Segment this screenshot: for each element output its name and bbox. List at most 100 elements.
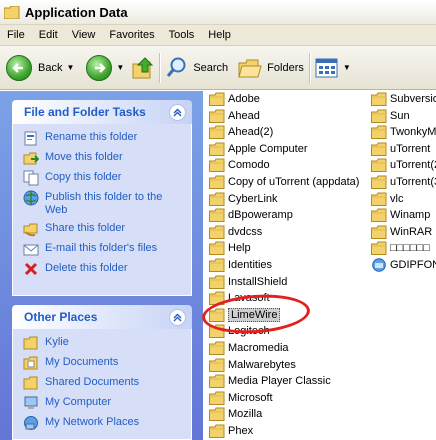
task-copy-folder[interactable]: Copy this folder: [23, 170, 185, 186]
folder-item[interactable]: Media Player Classic: [209, 373, 331, 389]
task-delete-folder[interactable]: Delete this folder: [23, 261, 185, 277]
folder-label: Ahead: [228, 109, 260, 122]
folder-icon: [209, 125, 225, 140]
task-rename-folder[interactable]: Rename this folder: [23, 130, 185, 146]
folder-label: Macromedia: [228, 342, 289, 354]
folder-item[interactable]: Ahead(2): [209, 124, 273, 140]
folder-icon: [209, 341, 225, 355]
task-share-folder[interactable]: Share this folder: [23, 221, 185, 237]
folder-item[interactable]: WinRAR: [371, 224, 432, 240]
panel-title: File and Folder Tasks: [24, 105, 146, 119]
folder-label: Copy of uTorrent (appdata): [228, 176, 360, 188]
font-file-icon: [372, 258, 386, 272]
place-shared-documents[interactable]: Shared Documents: [23, 375, 185, 391]
menu-help[interactable]: Help: [201, 29, 238, 41]
folder-item[interactable]: dvdcss: [209, 224, 262, 240]
folder-label: Help: [228, 242, 251, 255]
folder-item[interactable]: Ahead: [209, 108, 260, 124]
folder-item-selected[interactable]: LimeWire: [209, 307, 281, 323]
menu-file[interactable]: File: [0, 29, 32, 41]
folder-item[interactable]: Malwarebytes: [209, 357, 296, 373]
folder-label: LimeWire: [228, 307, 281, 322]
folder-item[interactable]: GDIPFONT: [371, 257, 436, 273]
folder-icon: [209, 258, 225, 272]
title-bar[interactable]: Application Data: [0, 0, 436, 25]
folder-item[interactable]: dBpoweramp: [209, 207, 293, 223]
folder-label: uTorrent(2: [390, 159, 436, 172]
folder-item[interactable]: □□□□□□: [371, 240, 430, 256]
folder-icon: [4, 5, 20, 19]
file-folder-tasks-header[interactable]: File and Folder Tasks: [12, 100, 192, 124]
back-button[interactable]: Back: [6, 54, 62, 81]
folder-item[interactable]: Help: [209, 240, 251, 256]
folder-item[interactable]: Subversion: [371, 91, 436, 107]
folder-label: □□□□□□: [390, 242, 430, 255]
file-list[interactable]: Adobe Ahead Ahead(2) Apple Computer Comodo Co…: [203, 91, 436, 440]
folder-item[interactable]: Copy of uTorrent (appdata): [209, 174, 359, 190]
folder-item[interactable]: InstallShield: [209, 274, 287, 290]
folder-item[interactable]: Apple Computer: [209, 141, 308, 157]
folder-item[interactable]: Microsoft: [209, 390, 273, 406]
folder-item[interactable]: TwonkyMe: [371, 124, 436, 140]
folder-label: Comodo: [228, 159, 270, 172]
place-my-computer[interactable]: My Computer: [23, 395, 185, 411]
other-places-header[interactable]: Other Places: [12, 305, 192, 329]
folder-icon: [209, 208, 225, 223]
up-folder-icon[interactable]: [132, 56, 154, 80]
views-button[interactable]: ▼: [315, 57, 355, 79]
move-icon: [23, 152, 39, 165]
toolbar: Back ▼ ▼ Search Folders ▼: [0, 46, 436, 90]
collapse-chevron-icon[interactable]: [169, 103, 186, 121]
folder-label: dvdcss: [228, 225, 263, 238]
folder-item[interactable]: uTorrent(2: [371, 157, 436, 173]
folder-icon: [209, 225, 225, 239]
copy-icon: [23, 170, 39, 186]
panel-title: Other Places: [24, 310, 98, 324]
back-dropdown-icon[interactable]: ▼: [66, 63, 74, 72]
folders-button[interactable]: Folders: [238, 57, 304, 79]
task-publish-web[interactable]: Publish this folder to the Web: [23, 190, 185, 217]
folder-item[interactable]: Identities: [209, 257, 272, 273]
folder-icon: [209, 407, 225, 422]
folder-item[interactable]: Sun: [371, 108, 410, 124]
task-move-folder[interactable]: Move this folder: [23, 150, 185, 166]
folder-icon: [371, 175, 387, 189]
task-email-files[interactable]: E-mail this folder's files: [23, 241, 185, 257]
folder-label: Phex: [228, 425, 254, 437]
folder-item[interactable]: uTorrent: [371, 141, 430, 157]
menu-edit[interactable]: Edit: [32, 29, 65, 41]
folder-icon: [209, 291, 225, 306]
folder-label: Microsoft: [228, 391, 273, 404]
folder-icon: [209, 142, 225, 156]
folder-label: Apple Computer: [228, 142, 308, 155]
menu-view[interactable]: View: [65, 29, 103, 41]
folder-item[interactable]: uTorrent(3: [371, 174, 436, 190]
folder-item[interactable]: Mozilla: [209, 406, 262, 422]
place-my-documents[interactable]: My Documents: [23, 355, 185, 371]
folder-label: GDIPFONT: [390, 259, 436, 271]
folder-icon: [209, 391, 225, 405]
menu-tools[interactable]: Tools: [162, 29, 202, 41]
folder-icon: [209, 92, 225, 106]
folder-item[interactable]: Phex: [209, 423, 253, 439]
folder-label: Winamp: [390, 209, 431, 222]
folder-item[interactable]: CyberLink: [209, 191, 278, 207]
collapse-chevron-icon[interactable]: [169, 308, 186, 326]
place-kylie[interactable]: Kylie: [23, 335, 185, 351]
folder-icon: [209, 241, 225, 256]
folder-item[interactable]: Comodo: [209, 157, 270, 173]
email-icon: [23, 244, 39, 256]
folder-item[interactable]: Adobe: [209, 91, 260, 107]
folder-item[interactable]: Winamp: [371, 207, 430, 223]
folder-label: uTorrent(3: [390, 176, 436, 188]
forward-button[interactable]: [86, 54, 113, 81]
folder-item[interactable]: Logitech: [209, 323, 270, 339]
search-button[interactable]: Search: [165, 56, 228, 80]
folder-item[interactable]: Macromedia: [209, 340, 289, 356]
views-dropdown-icon[interactable]: ▼: [343, 63, 351, 72]
menu-favorites[interactable]: Favorites: [102, 29, 161, 41]
forward-dropdown-icon[interactable]: ▼: [116, 63, 124, 72]
place-my-network-places[interactable]: My Network Places: [23, 415, 185, 431]
folder-item[interactable]: Lavasoft: [209, 290, 270, 306]
folder-item[interactable]: vlc: [371, 191, 403, 207]
